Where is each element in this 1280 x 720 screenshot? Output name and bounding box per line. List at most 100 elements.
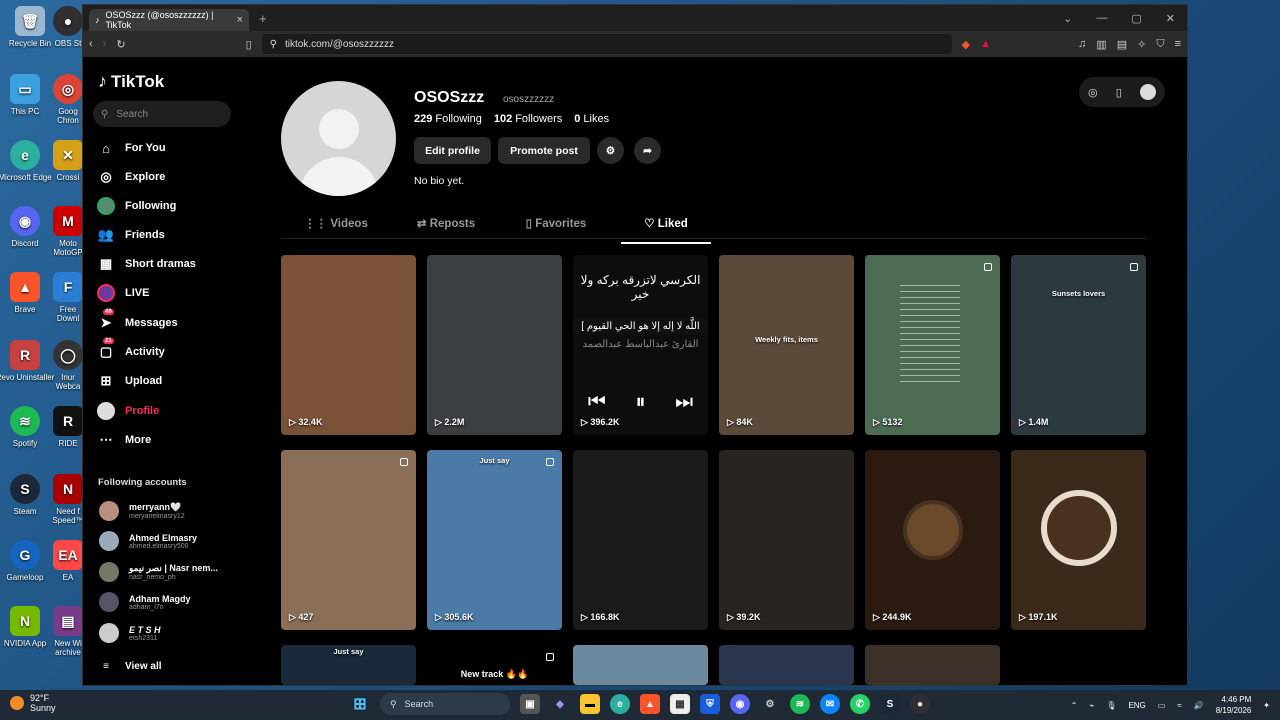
brave-rewards-icon[interactable]: ▲ <box>980 38 991 50</box>
promote-post-button[interactable]: Promote post <box>498 137 590 164</box>
maximize-icon[interactable]: ▢ <box>1131 12 1141 25</box>
video-tile[interactable]: Sunsets lovers ▷ 1.4M <box>1011 255 1146 435</box>
video-tile[interactable]: Just say ▷ 305.6K <box>427 450 562 630</box>
desktop-icon-crossfire[interactable]: ✕ Crossi <box>50 140 86 182</box>
reload-icon[interactable]: ↻ <box>116 38 125 51</box>
video-tile[interactable] <box>719 645 854 685</box>
tiktok-logo[interactable]: ♪ TikTok <box>98 71 164 92</box>
menu-icon[interactable]: ≡ <box>1175 38 1181 51</box>
view-all-link[interactable]: ≡ View all <box>97 657 161 675</box>
whatsapp-icon[interactable]: ✆ <box>850 694 870 714</box>
video-tile[interactable]: Weekly fits, items ▷ 84K <box>719 255 854 435</box>
desktop-icon-webcam[interactable]: ◯ Inur Webca <box>50 340 86 391</box>
obs-icon[interactable]: ● <box>910 694 930 714</box>
desktop-icon-chrome[interactable]: ◎ Goog Chron <box>50 74 86 125</box>
browser-tab[interactable]: ♪ OSOSzzz (@ososzzzzzz) | TikTok × <box>89 9 249 31</box>
new-tab-icon[interactable]: + <box>259 11 267 26</box>
account-item[interactable]: Ahmed Elmasry ahmed.elmasry500 <box>99 531 197 551</box>
wifi-icon[interactable]: ≈ <box>1177 701 1181 710</box>
video-tile[interactable]: ▷ 427 <box>281 450 416 630</box>
nav-explore[interactable]: ◎ Explore <box>97 168 165 186</box>
desktop-icon-edge[interactable]: e Microsoft Edge <box>0 140 55 182</box>
video-tile[interactable]: ▷ 244.9K <box>865 450 1000 630</box>
tab-liked[interactable]: ♡ Liked <box>611 215 721 244</box>
nav-activity[interactable]: ▢ 21 Activity <box>97 338 165 361</box>
video-tile[interactable] <box>865 645 1000 685</box>
edge-icon[interactable]: e <box>610 694 630 714</box>
settings-icon[interactable]: ⚙ <box>760 694 780 714</box>
followers-stat[interactable]: 102 Followers <box>494 113 562 125</box>
phone-icon[interactable]: ▯ <box>1116 86 1122 99</box>
chevron-up-icon[interactable]: ⌃ <box>1071 701 1078 710</box>
nav-messages[interactable]: ➤ 49 Messages <box>97 309 178 332</box>
desktop-icon-revo[interactable]: R Revo Uninstaller <box>0 340 55 382</box>
video-tile[interactable]: ▷ 5132 <box>865 255 1000 435</box>
account-item[interactable]: Adham Magdy adham_l7n <box>99 592 191 612</box>
tab-videos[interactable]: ⋮⋮ Videos <box>281 215 391 238</box>
close-tab-icon[interactable]: × <box>237 14 243 26</box>
desktop-icon-spotify[interactable]: ≋ Spotify <box>0 406 55 448</box>
video-tile[interactable]: Just say <box>281 645 416 685</box>
account-item[interactable]: نصر نيمو | Nasr nem... nasr_nemo_ph <box>99 562 218 582</box>
steam-icon[interactable]: S <box>880 694 900 714</box>
nav-for-you[interactable]: ⌂ For You <box>97 139 165 157</box>
account-item[interactable]: E T S Hetsh2311 <box>99 623 161 643</box>
video-tile[interactable]: ▷ 32.4K <box>281 255 416 435</box>
account-item[interactable]: merryann🤍 meryanelmasry12 <box>99 501 185 521</box>
mic-icon[interactable]: 🎙 <box>1106 701 1116 710</box>
brave-icon[interactable]: ▲ <box>640 694 660 714</box>
desktop-icon-brave[interactable]: ▲ Brave <box>0 272 55 314</box>
search-input[interactable]: ⚲ Search <box>93 101 231 127</box>
display-icon[interactable]: ▭ <box>1158 701 1166 710</box>
desktop-icon-nvidia[interactable]: N NVIDIA App <box>0 606 55 648</box>
settings-button[interactable]: ⚙ <box>597 137 624 164</box>
media-icon[interactable]: ♫ <box>1078 38 1086 51</box>
video-tile[interactable]: New track 🔥🔥 <box>427 645 562 685</box>
ai-icon[interactable]: ✧ <box>1137 38 1146 51</box>
close-window-icon[interactable]: ✕ <box>1166 12 1175 25</box>
bitwarden-icon[interactable]: ⛨ <box>700 694 720 714</box>
discord-icon[interactable]: ◉ <box>730 694 750 714</box>
edit-profile-button[interactable]: Edit profile <box>414 137 491 164</box>
back-icon[interactable]: ‹ <box>89 38 93 50</box>
brave-shields-icon[interactable]: ◆ <box>962 38 970 51</box>
task-view-icon[interactable]: ▣ <box>520 694 540 714</box>
volume-icon[interactable]: 🔊 <box>1194 701 1204 710</box>
desktop-icon-fdm[interactable]: F Free Downl <box>50 272 86 323</box>
video-tile[interactable]: ▷ 39.2K <box>719 450 854 630</box>
language-indicator[interactable]: ENG <box>1128 701 1145 710</box>
tab-reposts[interactable]: ⇄ Reposts <box>391 215 501 238</box>
forward-icon[interactable]: › <box>103 38 107 50</box>
address-bar[interactable]: ⚲ tiktok.com/@ososzzzzzz <box>261 34 952 54</box>
nav-upload[interactable]: ⊞ Upload <box>97 372 163 390</box>
video-tile[interactable] <box>573 645 708 685</box>
desktop-icon-gameloop[interactable]: G Gameloop <box>0 540 55 582</box>
taskbar-search[interactable]: ⚲ Search <box>380 693 510 715</box>
nav-following[interactable]: Following <box>97 197 176 215</box>
bookmark-icon[interactable]: ▯ <box>246 38 252 51</box>
desktop-icon-ea[interactable]: EA EA <box>50 540 86 582</box>
store-icon[interactable]: ▦ <box>670 694 690 714</box>
reading-list-icon[interactable]: ▤ <box>1117 38 1127 51</box>
nav-short-dramas[interactable]: ▦ Short dramas <box>97 255 196 273</box>
weather-widget[interactable]: 92°F Sunny <box>10 693 56 713</box>
desktop-icon-motogp[interactable]: M Moto MotoGP <box>50 206 86 257</box>
video-tile[interactable]: ▷ 197.1K <box>1011 450 1146 630</box>
desktop-icon-steam[interactable]: S Steam <box>0 474 55 516</box>
sidebar-toggle-icon[interactable]: ▥ <box>1096 38 1106 51</box>
desktop-icon-ride[interactable]: R RIDE <box>50 406 86 448</box>
messenger-icon[interactable]: ✉ <box>820 694 840 714</box>
compass-icon[interactable]: ◎ <box>1088 86 1098 99</box>
nav-more[interactable]: ⋯ More <box>97 431 152 449</box>
nav-profile[interactable]: Profile <box>97 402 159 420</box>
video-tile[interactable]: ▷ 2.2M <box>427 255 562 435</box>
share-button[interactable]: ➦ <box>634 137 661 164</box>
tab-favorites[interactable]: ▯ Favorites <box>501 215 611 238</box>
desktop-icon-winrar[interactable]: ▤ New Wi archive <box>50 606 86 657</box>
site-info-icon[interactable]: ⚲ <box>270 39 277 50</box>
video-tile[interactable]: ▷ 166.8K <box>573 450 708 630</box>
following-stat[interactable]: 229 Following <box>414 113 482 125</box>
copilot-icon[interactable]: ◆ <box>550 694 570 714</box>
tab-search-icon[interactable]: ⌄ <box>1063 12 1072 25</box>
nav-friends[interactable]: 👥 Friends <box>97 226 165 244</box>
